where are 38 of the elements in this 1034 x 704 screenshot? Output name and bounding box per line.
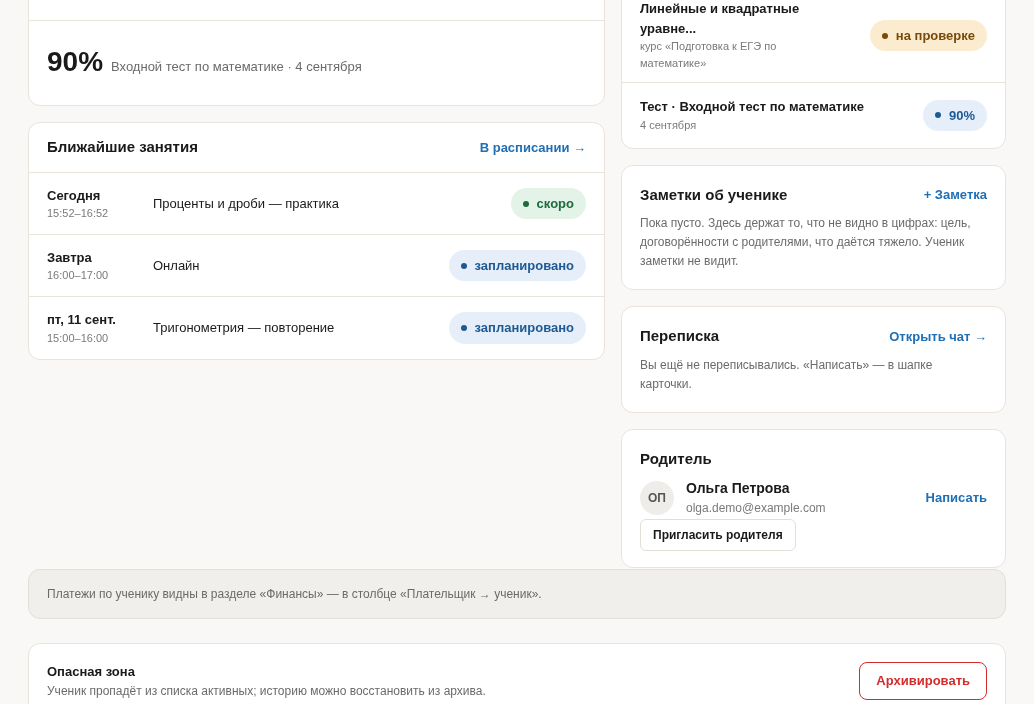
card-text: Вы ещё не переписывались. «Написать» — в шапке карточки. <box>640 356 934 393</box>
payments-note: Платежи по ученику видны в разделе «Финансы» — в столбце «Плательщик → ученик». <box>28 569 1006 619</box>
archive-button[interactable]: Архивировать <box>859 662 987 700</box>
card-text: Пока пусто. Здесь держат то, что не видно в цифрах: цель, договорённости с родителями, что даётся тяжело. Ученик заметки не видит. <box>640 215 972 270</box>
activity-title: Тест · Входной тест по математике <box>640 98 865 116</box>
danger-text: Ученик пропадёт из списка активных; историю можно восстановить из архива. <box>47 682 487 700</box>
card-title: Переписка <box>640 326 720 346</box>
add-note-link[interactable]: + Заметка <box>923 185 987 205</box>
lesson-day: пт, 11 сент. <box>47 310 153 330</box>
card-title: Ближайшие занятия <box>47 137 198 158</box>
activity-subtitle: 4 сентября <box>640 117 698 133</box>
parent-email: olga.demo@example.com <box>686 500 827 517</box>
score-caption: Входной тест по математике · 4 сентября <box>111 58 362 76</box>
lesson-time: 15:00–16:00 <box>47 330 110 346</box>
avatar: ОП <box>640 480 674 515</box>
card-title: Родитель <box>640 448 713 469</box>
lesson-topic: Тригонометрия — повторение <box>153 319 336 338</box>
lesson-topic: Онлайн <box>153 256 201 275</box>
danger-title: Опасная зона <box>47 663 136 681</box>
card-title: Заметки об ученике <box>640 184 788 205</box>
status-badge: запланировано <box>448 312 586 344</box>
lesson-day: Сегодня <box>47 185 153 205</box>
schedule-link[interactable]: В расписании → <box>479 137 586 158</box>
status-badge: запланировано <box>448 249 586 282</box>
write-link[interactable]: Написать <box>925 487 987 508</box>
activity-title: Линейные и квадратные уравне... <box>640 0 801 38</box>
status-badge: 90% <box>922 99 987 131</box>
invite-parent-button[interactable]: Пригласить родителя <box>640 519 796 551</box>
lesson-time: 16:00–17:00 <box>47 268 110 283</box>
lesson-time: 15:52–16:52 <box>47 206 110 221</box>
lesson-day: Завтра <box>47 247 153 267</box>
open-chat-link[interactable]: Открыть чат → <box>889 326 987 346</box>
status-badge: на проверке <box>869 19 987 52</box>
lesson-topic: Проценты и дроби — практика <box>153 194 341 213</box>
score-value: 90% <box>47 45 104 79</box>
activity-subtitle: курс «Подготовка к ЕГЭ по математике» <box>640 39 778 71</box>
parent-name: Ольга Петрова <box>686 479 791 498</box>
status-badge: скоро <box>510 187 586 220</box>
